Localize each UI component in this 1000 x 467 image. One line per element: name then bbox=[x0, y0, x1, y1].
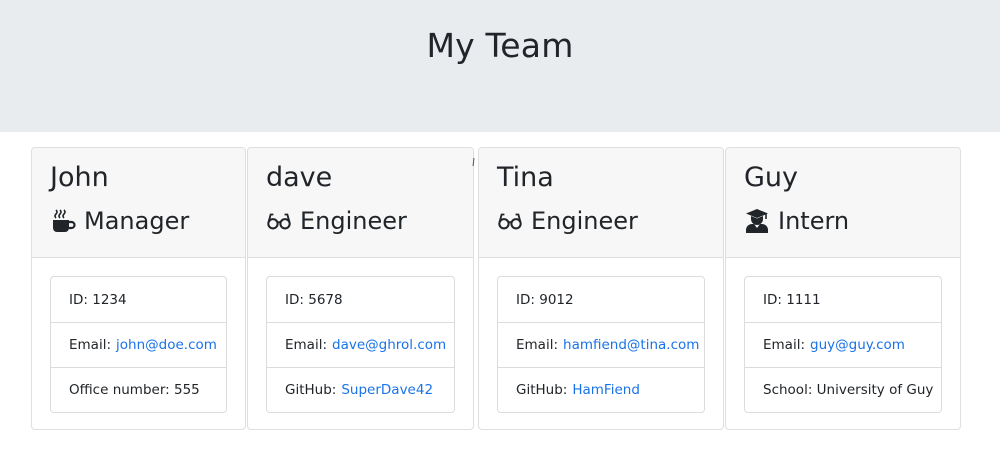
id-label: ID: bbox=[285, 291, 304, 308]
card-body: ID: 1111 Email: guy@guy.com School: Unive… bbox=[726, 258, 960, 429]
school-value: University of Guy bbox=[816, 382, 934, 398]
id-value: 9012 bbox=[539, 291, 574, 308]
id-label: ID: bbox=[516, 291, 535, 308]
list-item-school: School: University of Guy bbox=[745, 367, 941, 412]
id-label: ID: bbox=[69, 291, 88, 308]
email-label: Email: bbox=[763, 337, 806, 353]
list-item-email: Email: guy@guy.com bbox=[745, 322, 941, 367]
office-number-value: 555 bbox=[174, 382, 200, 398]
card-body: ID: 5678 Email: dave@ghrol.com GitHub: Sup… bbox=[248, 258, 473, 429]
card-header: Guy Intern bbox=[726, 148, 960, 258]
role-label: Engineer bbox=[300, 207, 407, 235]
role-label: Engineer bbox=[531, 207, 638, 235]
employee-card-john: John Manager ID: 1234 Email: john@doe.com bbox=[31, 147, 246, 430]
list-item-id: ID: 5678 bbox=[267, 277, 454, 322]
list-item-id: ID: 1111 bbox=[745, 277, 941, 322]
id-value: 1234 bbox=[92, 291, 127, 308]
coffee-mug-icon bbox=[50, 208, 76, 234]
list-item-github: GitHub: SuperDave42 bbox=[267, 367, 454, 412]
page-header: My Team bbox=[0, 0, 1000, 132]
id-value: 5678 bbox=[308, 291, 343, 308]
email-label: Email: bbox=[69, 337, 112, 353]
card-header: John Manager bbox=[32, 148, 245, 258]
role-label: Manager bbox=[84, 207, 190, 235]
role-label: Intern bbox=[778, 207, 850, 235]
list-item-email: Email: hamfiend@tina.com bbox=[498, 322, 704, 367]
list-item-email: Email: john@doe.com bbox=[51, 322, 226, 367]
list-item-github: GitHub: HamFiend bbox=[498, 367, 704, 412]
email-label: Email: bbox=[285, 337, 328, 353]
employee-name: dave bbox=[266, 162, 333, 193]
list-item-id: ID: 1234 bbox=[51, 277, 226, 322]
divider-tick bbox=[472, 158, 475, 166]
employee-name: Guy bbox=[744, 162, 799, 193]
github-label: GitHub: bbox=[516, 382, 568, 398]
office-number-label: Office number: bbox=[69, 382, 170, 398]
list-item-id: ID: 9012 bbox=[498, 277, 704, 322]
card-body: ID: 9012 Email: hamfiend@tina.com GitHub:… bbox=[479, 258, 723, 429]
glasses-icon bbox=[497, 208, 523, 234]
employee-name: John bbox=[50, 162, 109, 193]
card-header: dave Engineer bbox=[248, 148, 473, 258]
email-link[interactable]: hamfiend@tina.com bbox=[563, 337, 699, 353]
employee-card-dave: dave Engineer ID: 5678 Email: dave@ghrol.… bbox=[247, 147, 474, 430]
card-header: Tina Engineer bbox=[479, 148, 723, 258]
details-list: ID: 9012 Email: hamfiend@tina.com GitHub:… bbox=[497, 276, 705, 413]
employee-role: Engineer bbox=[497, 206, 638, 236]
employee-role: Manager bbox=[50, 206, 189, 236]
github-label: GitHub: bbox=[285, 382, 337, 398]
id-value: 1111 bbox=[786, 291, 821, 308]
details-list: ID: 1234 Email: john@doe.com Office numbe… bbox=[50, 276, 227, 413]
email-link[interactable]: guy@guy.com bbox=[810, 337, 905, 353]
email-label: Email: bbox=[516, 337, 559, 353]
github-link[interactable]: HamFiend bbox=[572, 382, 640, 398]
details-list: ID: 1111 Email: guy@guy.com School: Unive… bbox=[744, 276, 942, 413]
school-label: School: bbox=[763, 382, 813, 398]
employee-role: Engineer bbox=[266, 206, 407, 236]
glasses-icon bbox=[266, 208, 292, 234]
email-link[interactable]: john@doe.com bbox=[116, 337, 217, 353]
details-list: ID: 5678 Email: dave@ghrol.com GitHub: Sup… bbox=[266, 276, 455, 413]
card-body: ID: 1234 Email: john@doe.com Office numbe… bbox=[32, 258, 245, 429]
github-link[interactable]: SuperDave42 bbox=[341, 382, 433, 398]
list-item-email: Email: dave@ghrol.com bbox=[267, 322, 454, 367]
id-label: ID: bbox=[763, 291, 782, 308]
graduate-icon bbox=[744, 208, 770, 234]
employee-card-tina: Tina Engineer ID: 9012 Email: hamfiend@ti… bbox=[478, 147, 724, 430]
page-title: My Team bbox=[426, 26, 574, 65]
employee-card-guy: Guy Intern ID: 1111 Email: guy@guy.com S… bbox=[725, 147, 961, 430]
email-link[interactable]: dave@ghrol.com bbox=[332, 337, 446, 353]
employee-role: Intern bbox=[744, 206, 849, 236]
employee-name: Tina bbox=[497, 162, 554, 193]
list-item-office-number: Office number: 555 bbox=[51, 367, 226, 412]
